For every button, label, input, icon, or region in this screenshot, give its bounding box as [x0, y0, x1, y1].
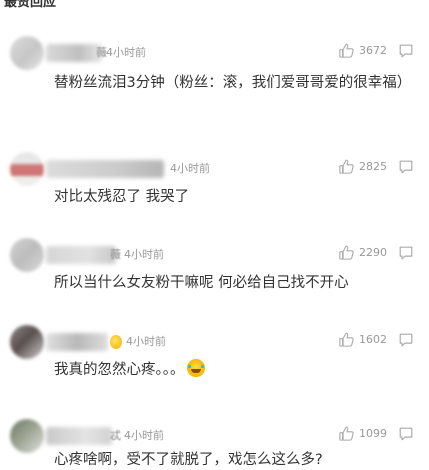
username-redacted[interactable] — [46, 160, 164, 178]
laughing-tears-emoji-icon — [186, 359, 205, 377]
comment-text: 我真的忽然心疼。。。 — [54, 362, 185, 378]
avatar[interactable] — [10, 325, 44, 359]
thumbs-up-icon — [339, 43, 354, 58]
comment-icon[interactable] — [398, 245, 414, 261]
comment-text: 对比太残忍了 我哭了 — [54, 189, 190, 205]
username-redacted[interactable] — [46, 246, 116, 264]
like-count: 1099 — [359, 426, 387, 440]
comment-icon[interactable] — [398, 332, 414, 348]
section-title: 最赞回应 — [4, 0, 57, 10]
username-redacted[interactable] — [46, 333, 108, 351]
thumbs-up-icon — [339, 245, 354, 260]
username-char: 忒 — [110, 429, 121, 442]
like-button[interactable]: 1602 — [338, 331, 387, 348]
like-count: 2825 — [359, 159, 387, 173]
comment-icon[interactable] — [398, 43, 414, 59]
comment-text: 所以当什么女友粉干嘛呢 何必给自己找不开心 — [54, 275, 349, 291]
like-button[interactable]: 2825 — [338, 158, 387, 175]
comment-time: 4小时前 — [124, 248, 164, 261]
thumbs-up-icon — [339, 426, 354, 441]
username-redacted[interactable] — [46, 44, 102, 62]
avatar[interactable] — [10, 238, 44, 272]
thumbs-up-icon — [339, 159, 354, 174]
comment-time: 4小时前 — [106, 46, 146, 59]
comment-time: 4小时前 — [170, 162, 210, 175]
comment-text: 心疼啥啊，受不了就脱了，戏怎么这么多? — [54, 452, 323, 468]
avatar[interactable] — [10, 152, 44, 186]
avatar[interactable] — [10, 419, 44, 453]
comment-icon[interactable] — [398, 426, 414, 442]
comment-text-row: 我真的忽然心疼。。。 — [54, 359, 419, 382]
like-button[interactable]: 3672 — [338, 42, 387, 59]
comment-icon[interactable] — [398, 159, 414, 175]
comment-time: 4小时前 — [124, 429, 164, 442]
like-count: 1602 — [359, 332, 387, 346]
hot-comments-page: 最赞回应 薇 4小时前 3672 替粉丝流泪3分钟（粉丝：滚，我们爱哥哥爱的很幸… — [0, 0, 429, 470]
like-count: 3672 — [359, 43, 387, 57]
comment-time: 4小时前 — [126, 335, 166, 348]
username-char: 薇 — [110, 248, 121, 261]
like-count: 2290 — [359, 245, 387, 259]
thumbs-up-icon — [339, 332, 354, 347]
avatar[interactable] — [10, 36, 44, 70]
like-button[interactable]: 2290 — [338, 244, 387, 261]
comment-text: 替粉丝流泪3分钟（粉丝：滚，我们爱哥哥爱的很幸福） — [54, 75, 412, 91]
like-button[interactable]: 1099 — [338, 425, 387, 442]
username-redacted[interactable] — [46, 427, 112, 445]
user-badge-icon — [110, 335, 122, 349]
